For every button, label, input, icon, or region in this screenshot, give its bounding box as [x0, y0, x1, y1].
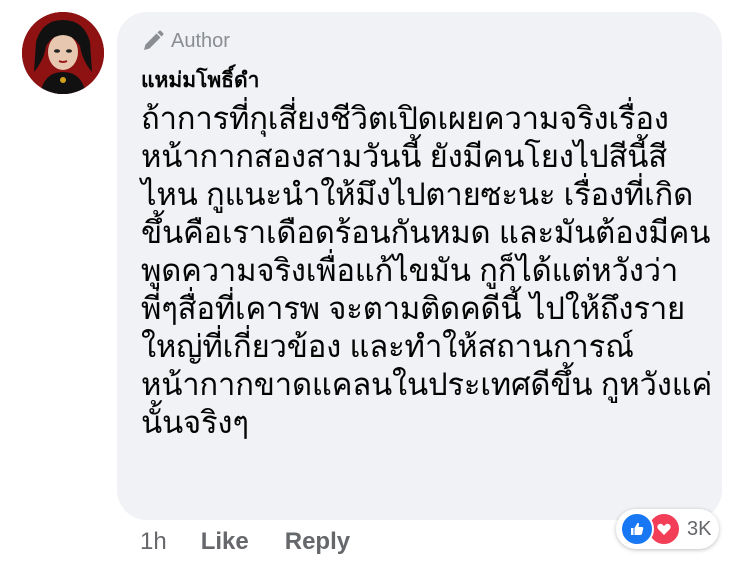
like-icon — [620, 512, 654, 546]
comment-line: พี่ๆสื่อที่เคารพ จะตามติดคดีนี้ ไปให้ถึง… — [141, 291, 685, 326]
comment-timestamp[interactable]: 1h — [140, 528, 167, 556]
comment-text: ถ้าการที่กุเสี่ยงชีวิตเปิดเผยความจริงเรื… — [141, 100, 713, 442]
comment-line: ถ้าการที่กุเสี่ยงชีวิตเปิดเผยความจริงเรื… — [141, 101, 669, 136]
author-badge-label: Author — [171, 29, 230, 52]
reactions-summary[interactable]: 3K — [616, 509, 720, 549]
comment-line: ขึ้นคือเราเดือดร้อนกันหมด และมันต้องมีคน — [141, 215, 711, 250]
comment-line: พูดความจริงเพื่อแก้ไขมัน กูก็ได้แต่หวังว… — [141, 253, 679, 288]
comment-line: นั้นจริงๆ — [141, 405, 249, 440]
comment-line: หน้ากากสองสามวันนี้ ยังมีคนโยงไปสีนี้สี — [141, 139, 667, 174]
reply-button[interactable]: Reply — [285, 528, 350, 556]
comment-line: ไหน กูแนะนำให้มึงไปตายซะนะ เรื่องที่เกิด — [141, 177, 694, 212]
author-badge: Author — [141, 26, 722, 56]
pencil-icon — [141, 29, 165, 53]
author-name[interactable]: แหม่มโพธิ์ดำ — [141, 68, 722, 94]
avatar-image — [22, 12, 104, 94]
like-button[interactable]: Like — [201, 528, 249, 556]
reaction-count: 3K — [687, 517, 712, 540]
comment-line: ใหญ่ที่เกี่ยวข้อง และทำให้สถานการณ์ — [141, 329, 634, 364]
comment-bubble: Author แหม่มโพธิ์ดำ ถ้าการที่กุเสี่ยงชีว… — [117, 12, 722, 520]
comment-actions: 1h Like Reply — [140, 524, 386, 560]
comment-line: หน้ากากขาดแคลนในประเทศดีขึ้น กูหวังแค่ — [141, 367, 713, 402]
author-avatar[interactable] — [22, 12, 104, 94]
